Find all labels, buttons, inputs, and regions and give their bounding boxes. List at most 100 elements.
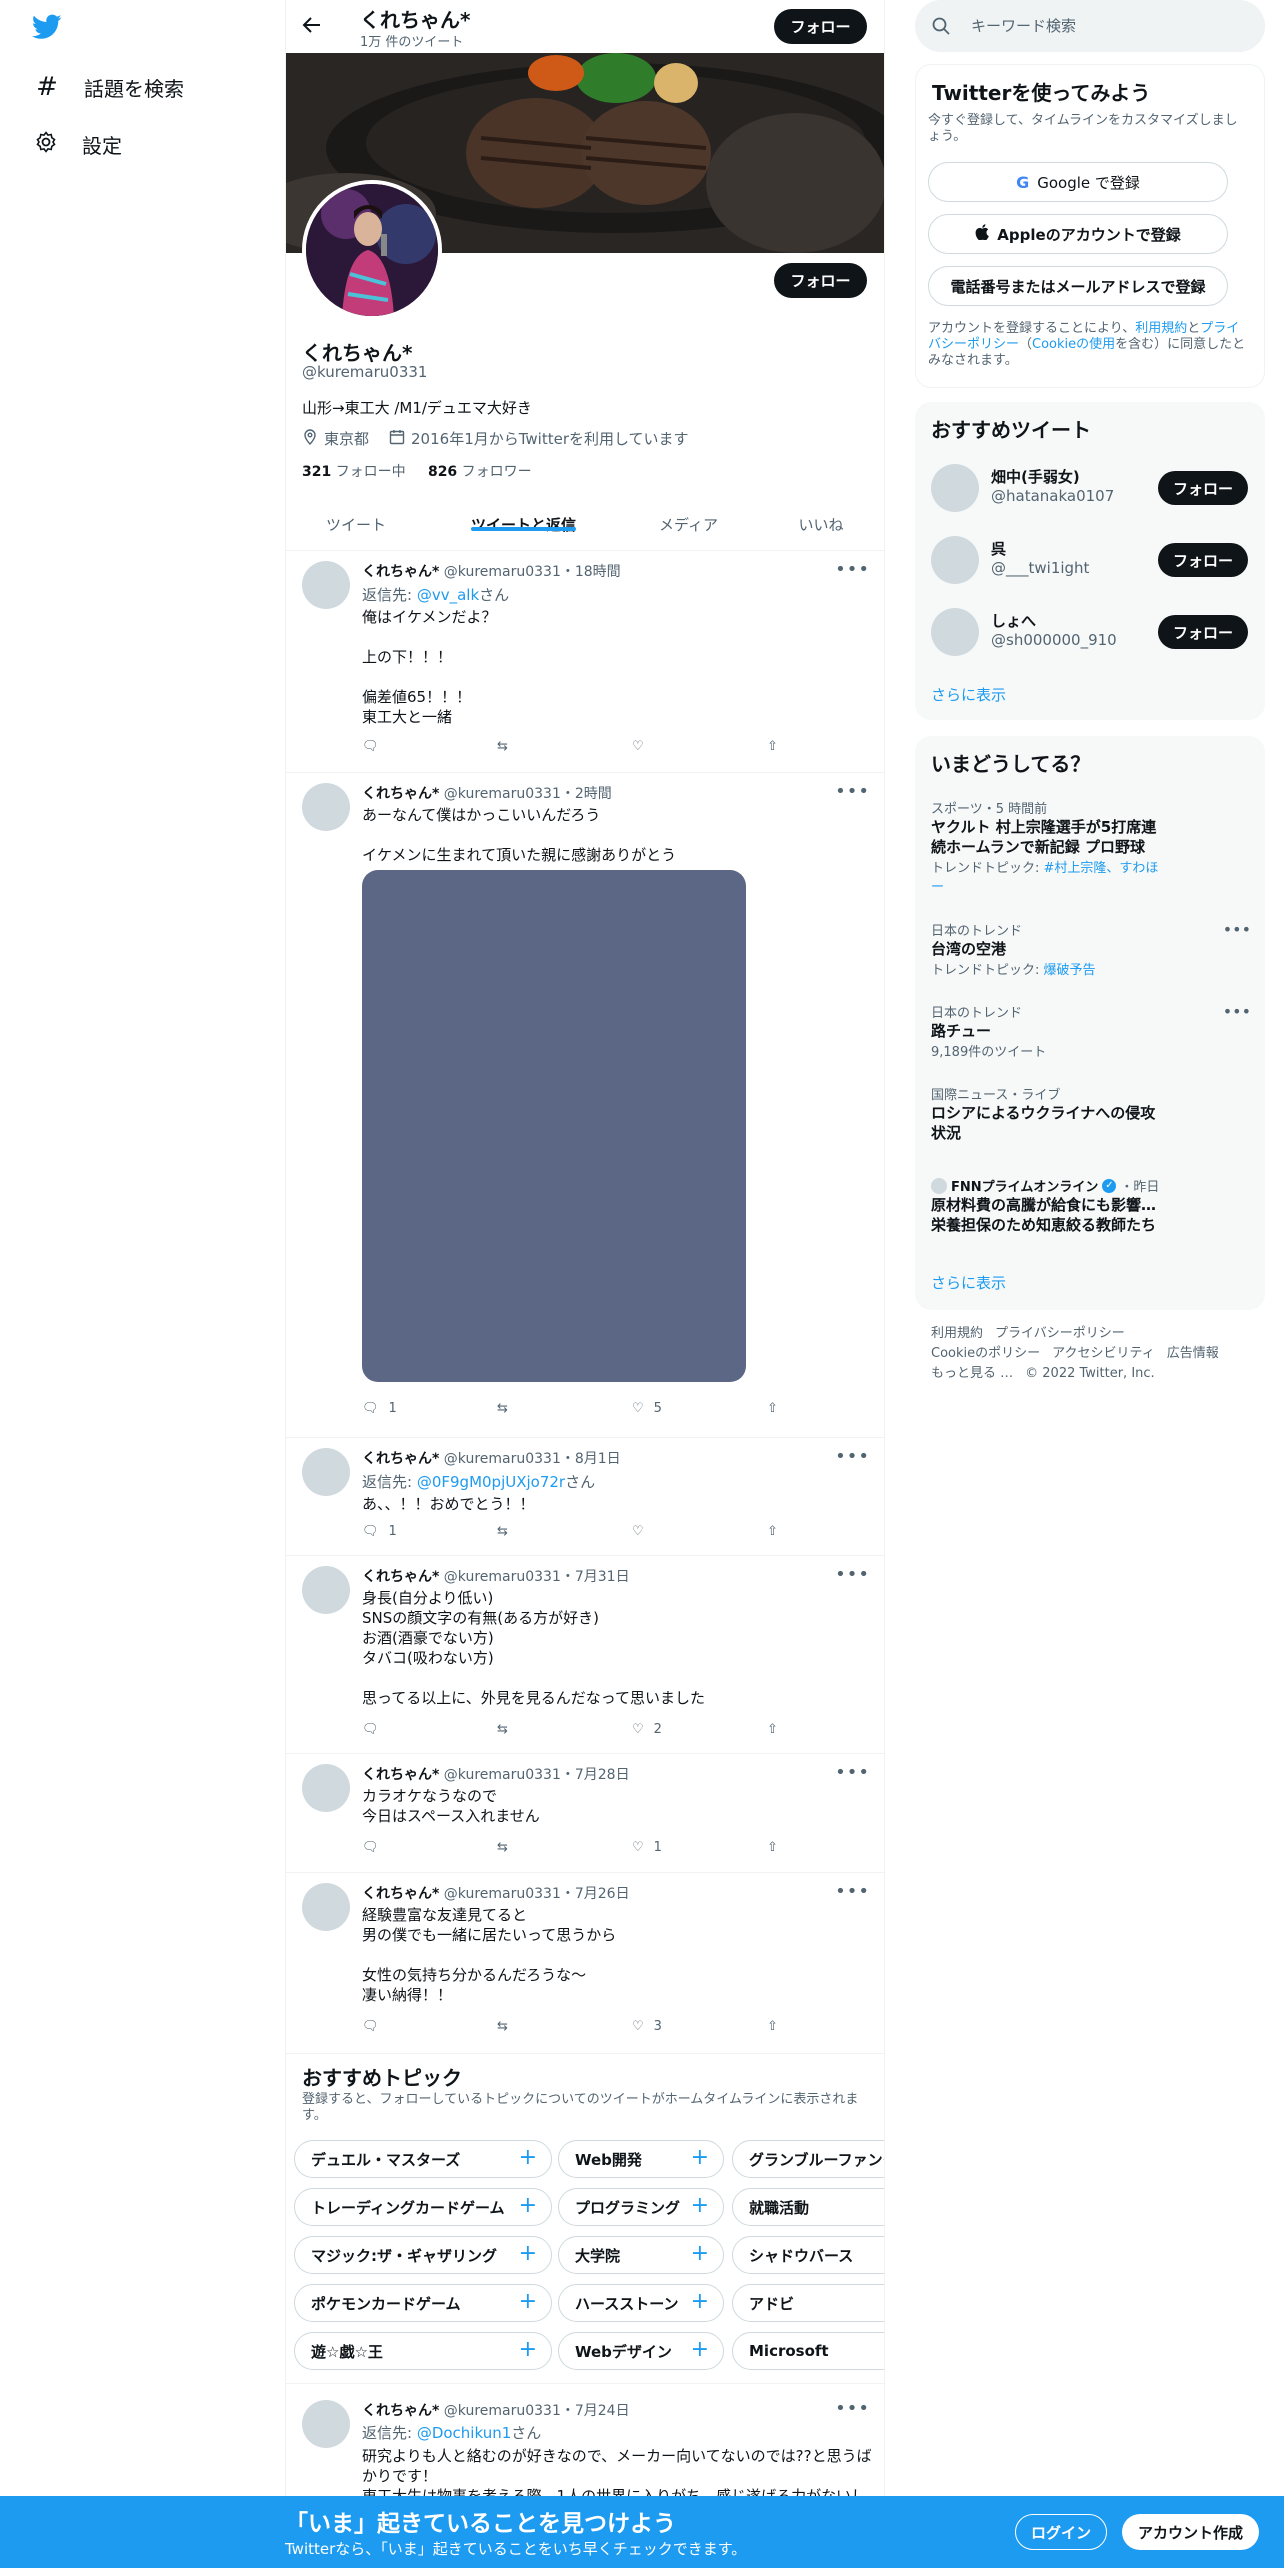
more-icon[interactable]: •••	[1223, 920, 1251, 939]
tweet-avatar[interactable]	[302, 1764, 350, 1812]
followers-link[interactable]: 826 フォロワー	[428, 464, 532, 480]
topic-chip[interactable]: トレーディングカードゲーム +	[294, 2188, 552, 2226]
tab-tweets-and-replies[interactable]: ツイートと返信	[426, 498, 621, 551]
share-button[interactable]: ⇧	[767, 739, 778, 754]
share-button[interactable]: ⇧	[767, 1524, 778, 1539]
tweet-author[interactable]: くれちゃん*	[362, 786, 439, 802]
topic-chip[interactable]: シャドウバース	[732, 2236, 884, 2274]
more-icon[interactable]: •••	[835, 1881, 870, 1902]
tweet[interactable]: くれちゃん* @kuremaru0331・7月26日 ••• 経験豊富な友達見て…	[286, 1873, 884, 2054]
following-link[interactable]: 321 フォロー中	[302, 464, 406, 480]
footer-cookie[interactable]: Cookieのポリシー	[931, 1346, 1040, 1361]
footer-ads[interactable]: 広告情報	[1167, 1346, 1219, 1361]
trend-item[interactable]: FNNプライムオンライン ✓ ・昨日 原材料費の高騰が給食にも影響…栄養担保のた…	[931, 1176, 1251, 1235]
trend-item[interactable]: 国際ニュース・ライブ ロシアによるウクライナへの侵攻状況	[931, 1084, 1251, 1143]
suggestion-follow-button[interactable]: フォロー	[1158, 543, 1248, 577]
follow-suggestion[interactable]: しょへ @sh000000_910 フォロー	[915, 596, 1265, 668]
more-icon[interactable]: •••	[835, 781, 870, 802]
tweet-avatar[interactable]	[302, 1448, 350, 1496]
tweet-author[interactable]: くれちゃん*	[362, 2403, 439, 2419]
apple-signup-button[interactable]: Appleのアカウントで登録	[928, 214, 1228, 254]
retweet-button[interactable]: ⇆	[497, 1524, 518, 1539]
reply-to-link[interactable]: @vv_alk	[417, 586, 479, 604]
header-follow-button[interactable]: フォロー	[774, 9, 867, 44]
profile-avatar[interactable]	[302, 180, 442, 320]
tweet[interactable]: くれちゃん* @kuremaru0331・7月31日 ••• 身長(自分より低い…	[286, 1556, 884, 1754]
tweet[interactable]: くれちゃん* @kuremaru0331・2時間 ••• あーなんて僕はかっこい…	[286, 773, 884, 1438]
topic-chip[interactable]: プログラミング +	[558, 2188, 724, 2226]
tweet-avatar[interactable]	[302, 783, 350, 831]
back-arrow-icon[interactable]	[302, 15, 322, 39]
topic-chip[interactable]: Web開発 +	[558, 2140, 724, 2178]
who-to-follow-show-more[interactable]: さらに表示	[931, 684, 1006, 705]
tweet-avatar[interactable]	[302, 1566, 350, 1614]
search-input[interactable]	[971, 0, 1251, 52]
topic-chip[interactable]: Microsoft	[732, 2332, 884, 2370]
topic-chip[interactable]: マジック:ザ・ギャザリング +	[294, 2236, 552, 2274]
share-button[interactable]: ⇧	[767, 1401, 778, 1416]
like-button[interactable]: ♡	[632, 1524, 654, 1539]
terms-link[interactable]: 利用規約	[1135, 321, 1187, 336]
trends-show-more[interactable]: さらに表示	[931, 1272, 1006, 1293]
topic-chip[interactable]: Webデザイン +	[558, 2332, 724, 2370]
topic-chip[interactable]: 遊☆戯☆王 +	[294, 2332, 552, 2370]
login-button[interactable]: ログイン	[1015, 2514, 1107, 2550]
nav-explore[interactable]: # 話題を検索	[34, 72, 184, 102]
tweet-avatar[interactable]	[302, 561, 350, 609]
tweet[interactable]: くれちゃん* @kuremaru0331・7月28日 ••• カラオケなうなので…	[286, 1754, 884, 1873]
share-button[interactable]: ⇧	[767, 1840, 778, 1855]
footer-accessibility[interactable]: アクセシビリティ	[1052, 1346, 1155, 1361]
nav-settings[interactable]: 設定	[34, 130, 122, 159]
follow-suggestion[interactable]: 畑中(手弱女) @hatanaka0107 フォロー	[915, 452, 1265, 524]
reply-button[interactable]: 🗨	[362, 1840, 389, 1855]
tweet-media[interactable]	[362, 870, 746, 1382]
tweet-author[interactable]: くれちゃん*	[362, 1451, 439, 1467]
more-icon[interactable]: •••	[835, 1564, 870, 1585]
tweet-author[interactable]: くれちゃん*	[362, 1886, 439, 1902]
topic-chip[interactable]: アドビ	[732, 2284, 884, 2322]
cookie-link[interactable]: Cookieの使用	[1032, 337, 1115, 352]
share-button[interactable]: ⇧	[767, 1722, 778, 1737]
topic-chip[interactable]: ポケモンカードゲーム +	[294, 2284, 552, 2322]
topic-chip[interactable]: 就職活動	[732, 2188, 884, 2226]
trend-item[interactable]: ••• 日本のトレンド 台湾の空港 トレンドトピック: 爆破予告	[931, 920, 1251, 978]
like-button[interactable]: ♡ 1	[632, 1840, 662, 1855]
retweet-button[interactable]: ⇆	[497, 1722, 518, 1737]
reply-button[interactable]: 🗨 1	[362, 1401, 397, 1416]
share-button[interactable]: ⇧	[767, 2019, 778, 2034]
reply-button[interactable]: 🗨	[362, 1722, 389, 1737]
avatar[interactable]	[931, 464, 979, 512]
tweet-author[interactable]: くれちゃん*	[362, 1569, 439, 1585]
trend-item[interactable]: ••• 日本のトレンド 路チュー 9,189件のツイート	[931, 1002, 1251, 1060]
reply-button[interactable]: 🗨	[362, 739, 389, 754]
retweet-button[interactable]: ⇆	[497, 739, 518, 754]
reply-button[interactable]: 🗨	[362, 2019, 389, 2034]
tweet-author[interactable]: くれちゃん*	[362, 1767, 439, 1783]
tab-likes[interactable]: いいね	[756, 498, 884, 551]
topic-chip[interactable]: デュエル・マスターズ +	[294, 2140, 552, 2178]
more-icon[interactable]: •••	[835, 2398, 870, 2419]
reply-button[interactable]: 🗨 1	[362, 1524, 397, 1539]
trend-link[interactable]: 爆破予告	[1044, 963, 1096, 978]
twitter-logo-icon[interactable]	[31, 14, 62, 44]
avatar[interactable]	[931, 536, 979, 584]
tab-media[interactable]: メディア	[621, 498, 756, 551]
more-icon[interactable]: •••	[835, 1762, 870, 1783]
more-icon[interactable]: •••	[835, 559, 870, 580]
more-icon[interactable]: •••	[1223, 1002, 1251, 1021]
tweet[interactable]: くれちゃん* @kuremaru0331・18時間 ••• 返信先: @vv_a…	[286, 551, 884, 773]
create-account-button[interactable]: アカウント作成	[1122, 2514, 1259, 2550]
topic-chip[interactable]: グランブルーファンタジー	[732, 2140, 884, 2178]
retweet-button[interactable]: ⇆	[497, 2019, 518, 2034]
footer-terms[interactable]: 利用規約	[931, 1326, 983, 1341]
footer-privacy[interactable]: プライバシーポリシー	[995, 1326, 1125, 1341]
tab-tweets[interactable]: ツイート	[286, 498, 426, 551]
topic-chip[interactable]: ハースストーン +	[558, 2284, 724, 2322]
avatar[interactable]	[931, 608, 979, 656]
tweet-avatar[interactable]	[302, 2400, 350, 2448]
follow-suggestion[interactable]: 呉 @___twi1ight フォロー	[915, 524, 1265, 596]
google-signup-button[interactable]: G Google で登録	[928, 162, 1228, 202]
reply-to-link[interactable]: @0F9gM0pjUXjo72r	[417, 1473, 565, 1491]
more-icon[interactable]: •••	[835, 1446, 870, 1467]
tweet-author[interactable]: くれちゃん*	[362, 564, 439, 580]
